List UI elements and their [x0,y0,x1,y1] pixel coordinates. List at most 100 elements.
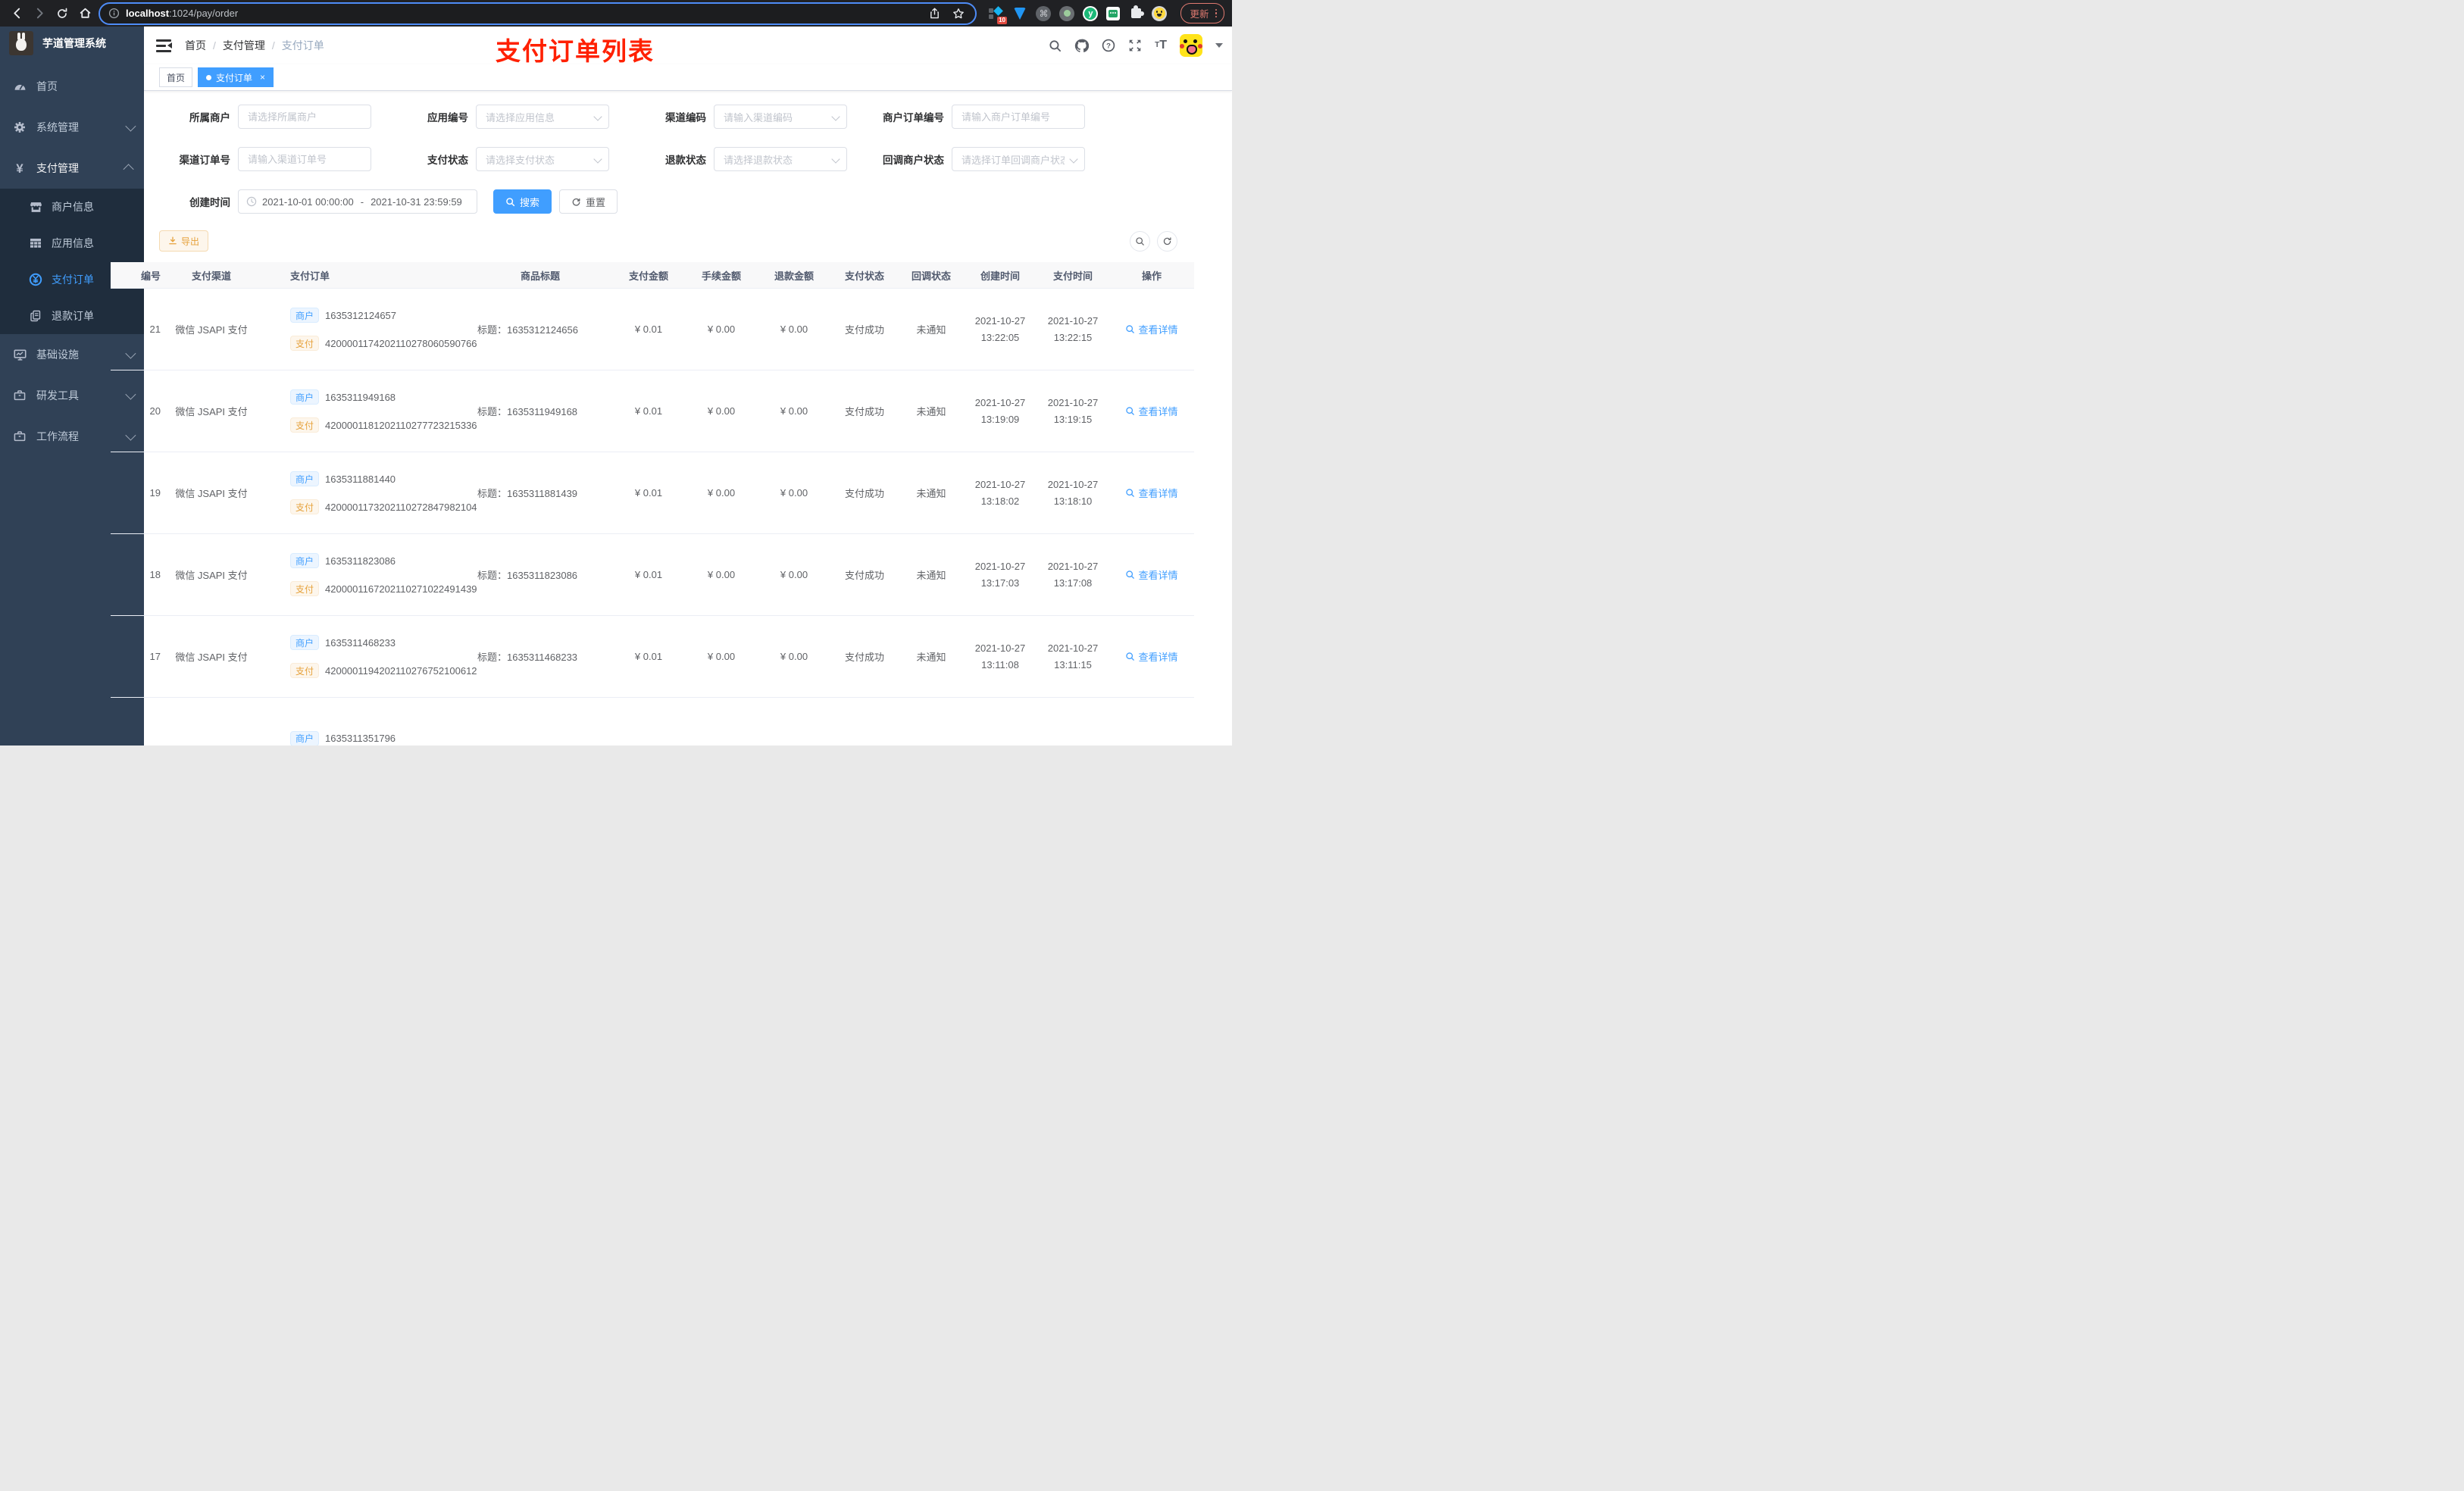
col-fee: 手续金额 [685,262,758,289]
filter-channel-code: 渠道编码 请输入渠道编码 [635,105,873,129]
merchant-order-no-input[interactable] [952,105,1085,129]
cell-status: 支付成功 [830,615,899,698]
url-path: :1024/pay/order [169,8,239,19]
cell-refund [758,697,830,746]
view-detail-link[interactable]: 查看详情 [1125,322,1178,336]
fullscreen-icon[interactable] [1128,39,1142,52]
reset-button[interactable]: 重置 [559,189,618,214]
extension-y-icon[interactable]: y [1083,5,1099,21]
pay-badge: 支付 [290,417,320,433]
view-detail-link[interactable]: 查看详情 [1125,486,1178,500]
share-icon[interactable] [925,5,943,23]
cell-create-time: 2021-10-27 13:18:02 [964,452,1037,534]
table-row: 19 微信 JSAPI 支付 商户 1635311881440 支付 42000… [111,452,1194,534]
browser-back-icon[interactable] [8,5,26,23]
notify-status-select[interactable]: 请选择订单回调商户状态 [952,147,1085,171]
briefcase-icon [13,430,27,442]
sidebar-item-app-info[interactable]: 应用信息 [0,225,144,261]
merchant-input[interactable] [238,105,371,129]
channel-code-select[interactable]: 请输入渠道编码 [714,105,847,129]
filter-notify-status: 回调商户状态 请选择订单回调商户状态 [873,147,1111,171]
cell-fee: ¥ 0.00 [685,288,758,370]
bookmark-star-icon[interactable] [949,5,968,23]
sidebar-item-home[interactable]: 首页 [0,66,144,107]
breadcrumb: 首页 / 支付管理 / 支付订单 [185,38,324,53]
github-icon[interactable] [1074,39,1090,53]
search-button[interactable]: 搜索 [493,189,552,214]
refund-status-select[interactable]: 请选择退款状态 [714,147,847,171]
filter-refund-status: 退款状态 请选择退款状态 [635,147,873,171]
sidebar-item-payment[interactable]: ¥ 支付管理 [0,148,144,189]
cell-amount: ¥ 0.01 [612,533,685,616]
pay-status-select[interactable]: 请选择支付状态 [476,147,609,171]
cell-amount: ¥ 0.01 [612,615,685,698]
tab-home[interactable]: 首页 [159,67,193,87]
site-info-icon[interactable] [108,5,120,23]
browser-reload-icon[interactable] [53,5,71,23]
table-header: 编号 支付渠道 支付订单 商品标题 支付金额 手续金额 退款金额 支付状态 回调… [111,262,1194,289]
extensions-puzzle-icon[interactable] [1128,5,1144,21]
extension-gem-icon[interactable] [1012,6,1027,21]
browser-forward-icon[interactable] [30,5,48,23]
profile-emoji-icon[interactable] [1152,5,1168,21]
extension-chat-icon[interactable] [1106,6,1121,20]
tab-pay-order[interactable]: 支付订单 × [198,67,274,87]
pay-order-line: 支付 4200001194202110276752100612 [290,663,477,678]
channel-order-no-input[interactable] [238,147,371,171]
active-tab-dot [206,74,212,80]
sidebar-collapse-icon[interactable] [156,39,173,52]
browser-update-button[interactable]: 更新 [1180,3,1224,23]
cell-fee: ¥ 0.00 [685,615,758,698]
cell-action: 查看详情 [1109,370,1194,452]
cell-action: 查看详情 [1109,615,1194,698]
cell-title: 标题：1635311468233 [468,615,612,698]
refresh-icon[interactable] [1157,230,1177,252]
search-icon[interactable] [1049,39,1062,52]
svg-text:?: ? [1106,42,1111,50]
app-id-select[interactable]: 请选择应用信息 [476,105,609,129]
font-size-icon[interactable]: TT [1155,39,1167,52]
view-detail-link[interactable]: 查看详情 [1125,404,1178,418]
avatar-dropdown-caret-icon[interactable] [1215,43,1223,48]
filter-row-1: 所属商户 应用编号 请选择应用信息 渠道编码 请输入渠道编码 商户订单编号 [159,105,1217,129]
breadcrumb-home[interactable]: 首页 [185,38,206,53]
table-row: 20 微信 JSAPI 支付 商户 1635311949168 支付 42000… [111,370,1194,452]
date-start: 2021-10-01 00:00:00 [262,195,354,208]
cell-create-time [964,697,1037,746]
tags-view-bar: 首页 支付订单 × [144,64,1232,91]
cell-create-time: 2021-10-27 13:17:03 [964,533,1037,616]
view-detail-link[interactable]: 查看详情 [1125,649,1178,664]
view-detail-link[interactable]: 查看详情 [1125,567,1178,582]
cell-action: 查看详情 [1109,288,1194,370]
extension-diamond-icon[interactable]: 10 [989,5,1008,24]
toggle-search-icon[interactable] [1130,230,1150,252]
pay-order-no: 4200001174202110278060590766 [325,337,477,349]
cell-amount: ¥ 0.01 [612,370,685,452]
browser-menu-icon[interactable] [1215,8,1217,18]
documents-icon [29,310,42,322]
cell-refund: ¥ 0.00 [758,533,830,616]
logo-text: 芋道管理系统 [42,37,106,49]
browser-home-icon[interactable] [76,5,94,23]
merchant-order-no: 1635311351796 [325,733,396,744]
help-icon[interactable]: ? [1102,39,1115,52]
merchant-order-no: 1635311823086 [325,555,396,567]
monitor-chart-icon [13,349,27,361]
url-bar[interactable]: localhost:1024/pay/order [98,2,977,25]
cell-notify [899,697,964,746]
logo: 芋道管理系统 [0,28,144,58]
sidebar-item-merchant-info[interactable]: 商户信息 [0,189,144,225]
sidebar-item-system[interactable]: 系统管理 [0,107,144,148]
breadcrumb-payment[interactable]: 支付管理 [223,38,265,53]
cell-fee: ¥ 0.00 [685,370,758,452]
cell-title: 标题：1635311949168 [468,370,612,452]
extension-command-icon[interactable]: ⌘ [1036,5,1052,21]
export-button[interactable]: 导出 [159,230,209,252]
cell-create-time: 2021-10-27 13:22:05 [964,288,1037,370]
date-range-picker[interactable]: 2021-10-01 00:00:00 - 2021-10-31 23:59:5… [238,189,477,214]
extension-record-icon[interactable] [1059,5,1075,21]
avatar[interactable] [1180,34,1202,57]
pay-order-no: 4200001173202110272847982104 [325,501,477,513]
filter-create-time: 创建时间 2021-10-01 00:00:00 - 2021-10-31 23… [159,189,477,214]
tab-close-icon[interactable]: × [260,73,265,82]
